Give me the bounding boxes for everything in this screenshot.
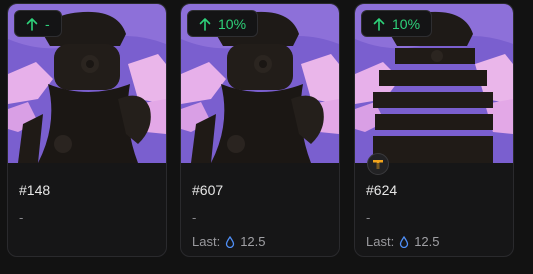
nft-name[interactable]: #607	[192, 181, 331, 199]
token-icon	[373, 160, 383, 169]
nft-price: -	[19, 210, 24, 225]
arrow-up-icon	[26, 17, 38, 31]
nft-card[interactable]: - #148 -	[7, 3, 167, 257]
arrow-up-icon	[373, 17, 385, 31]
nft-image[interactable]: -	[8, 4, 166, 163]
last-sale: Last: 12.5	[366, 234, 505, 250]
price-change-value: 10%	[218, 15, 247, 32]
price-change-badge: 10%	[361, 10, 433, 37]
nft-card[interactable]: 10% #607 - Last: 12.5	[180, 3, 340, 257]
arrow-up-icon	[199, 17, 211, 31]
nft-grid: - #148 - 10% #607 - Last: 12.5 10% #624 …	[0, 0, 533, 274]
price-change-badge: -	[14, 10, 62, 37]
nft-card[interactable]: 10% #624 - Last: 12.5	[354, 3, 514, 257]
price-change-value: -	[45, 15, 50, 32]
nft-name[interactable]: #148	[19, 181, 158, 199]
nft-image[interactable]: 10%	[355, 4, 513, 163]
collection-token-badge	[367, 153, 389, 175]
last-sale-value: 12.5	[240, 234, 266, 249]
nft-price: -	[192, 210, 197, 225]
last-sale-label: Last:	[366, 234, 395, 249]
drop-icon	[400, 236, 409, 248]
nft-price: -	[366, 210, 371, 225]
price-change-badge: 10%	[187, 10, 259, 37]
drop-icon	[226, 236, 235, 248]
last-sale-label: Last:	[192, 234, 221, 249]
price-change-value: 10%	[392, 15, 421, 32]
nft-name[interactable]: #624	[366, 181, 505, 199]
last-sale-value: 12.5	[414, 234, 440, 249]
nft-image[interactable]: 10%	[181, 4, 339, 163]
last-sale: Last: 12.5	[192, 234, 331, 250]
